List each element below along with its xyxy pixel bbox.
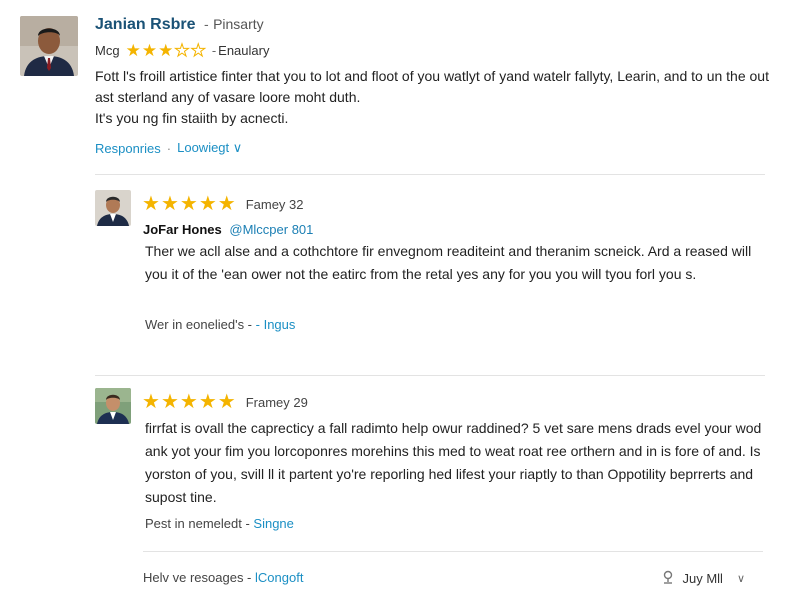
reply-footer: Pest in nemeledt - Singne <box>145 516 294 531</box>
star-icon: ★ <box>217 193 236 215</box>
bottom-bar-right-label: Juy Mll <box>682 571 723 586</box>
rating-stars: ★ ★ ★ ★ ★ <box>142 392 236 412</box>
star-icon: ★ <box>179 193 198 215</box>
reply-author-handle[interactable]: @Mlccper 801 <box>229 222 313 237</box>
bottom-bar: Helv ve resoages - lCongoft Juy Mll ∨ <box>143 568 763 590</box>
reply-author-row: JoFar Hones @Mlccper 801 <box>143 222 313 237</box>
star-icon: ★ <box>174 41 190 60</box>
star-icon: ★ <box>141 41 158 60</box>
reply-footer-link[interactable]: Singne <box>253 516 293 531</box>
chevron-down-icon: ∨ <box>232 140 243 155</box>
reply-rating-row: ★ ★ ★ ★ ★ Famey 32 <box>142 194 304 214</box>
top-review-avatar[interactable] <box>20 16 78 76</box>
star-icon: ★ <box>198 193 217 215</box>
reply-date: Famey 32 <box>245 196 304 212</box>
top-review-meta: Mcg ★ ★ ★ ★ ★ - Enaulary <box>95 41 270 60</box>
avatar-photo-icon <box>95 388 131 424</box>
star-icon: ★ <box>179 391 198 413</box>
divider <box>95 375 765 376</box>
meta-suffix: Enaulary <box>218 43 270 58</box>
bottom-bar-link[interactable]: lCongoft <box>255 570 303 585</box>
reply-rating-row: ★ ★ ★ ★ ★ Framey 29 <box>142 392 308 412</box>
sort-label: Loowiegt <box>177 140 230 155</box>
avatar-photo-icon <box>95 190 131 226</box>
reply-body: firrfat is ovall the caprecticy a fall r… <box>145 420 762 505</box>
reply-avatar[interactable] <box>95 388 131 424</box>
reviewer-role: Pinsarty <box>213 16 264 32</box>
star-icon: ★ <box>142 193 160 215</box>
name-separator: - <box>203 16 209 32</box>
bottom-bar-right[interactable]: Juy Mll ∨ <box>662 570 745 587</box>
reply-footer-text: Wer in eonelied's - <box>145 317 253 332</box>
bottom-bar-text: Helv ve resoages - <box>143 570 252 585</box>
divider <box>143 551 763 552</box>
reply-2: ★ ★ ★ ★ ★ Framey 29 firrfat is ovall the cap… <box>95 388 765 542</box>
reply-avatar[interactable] <box>95 190 131 226</box>
star-icon: ★ <box>142 391 160 413</box>
reply-footer-text: Pest in nemeledt - <box>145 516 250 531</box>
reviewer-name[interactable]: Janian Rsbre <box>95 16 195 33</box>
star-icon: ★ <box>217 391 236 413</box>
avatar-photo-icon <box>20 16 78 76</box>
star-icon: ★ <box>160 391 179 413</box>
reply-footer-link[interactable]: - Ingus <box>256 317 296 332</box>
star-icon: ★ <box>190 41 206 60</box>
chevron-down-icon: ∨ <box>736 573 745 585</box>
reply-body: Ther we acll alse and a cothchtore fir e… <box>145 243 752 282</box>
top-review-body: Fott l's froill artistice finter that yo… <box>95 68 769 105</box>
rating-stars: ★ ★ ★ ★ ★ <box>125 41 207 60</box>
star-icon: ★ <box>198 391 217 413</box>
star-icon: ★ <box>160 193 179 215</box>
meta-prefix: Mcg <box>95 43 120 58</box>
top-review-body-second: It's you ng fin staiith by acnecti. <box>95 110 289 126</box>
sort-dropdown[interactable]: Loowiegt ∨ <box>177 140 242 156</box>
top-review-actions: Responries · Loowiegt ∨ <box>95 140 242 156</box>
star-icon: ★ <box>158 41 174 60</box>
top-review-header: Janian Rsbre - Pinsarty <box>95 16 264 34</box>
star-icon: ★ <box>125 41 141 60</box>
reply-footer: Wer in eonelied's - - Ingus <box>145 317 295 332</box>
rating-stars: ★ ★ ★ ★ ★ <box>142 194 236 214</box>
meta-separator: - <box>211 43 217 58</box>
reply-1: ★ ★ ★ ★ ★ Famey 32 JoFar Hones @Mlccper 801 … <box>95 190 765 344</box>
reply-author-name[interactable]: JoFar Hones <box>143 222 222 237</box>
actions-dot: · <box>166 140 172 156</box>
bottom-bar-left: Helv ve resoages - lCongoft <box>143 570 303 585</box>
divider <box>95 174 765 175</box>
reply-date: Framey 29 <box>245 394 308 410</box>
responses-link[interactable]: Responries <box>95 141 161 156</box>
pin-icon <box>662 570 674 587</box>
